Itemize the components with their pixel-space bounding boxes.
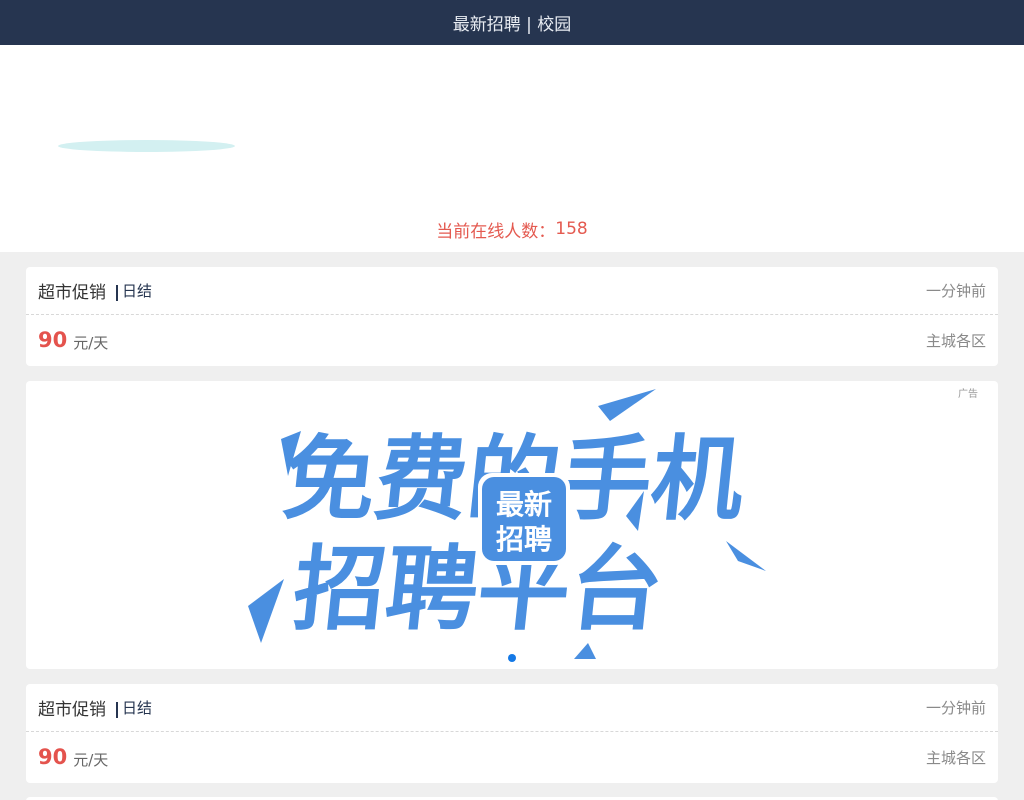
hero-decoration (58, 140, 235, 152)
job-card-footer: 90 元/天 主城各区 (26, 315, 998, 365)
job-title: 超市促销 (38, 283, 106, 303)
job-post-time: 一分钟前 (925, 699, 986, 717)
job-pay-type: 日结 (122, 282, 153, 300)
job-card-header: 超市促销 日结 一分钟前 (26, 267, 998, 315)
job-location: 主城各区 (925, 331, 986, 350)
job-salary: 90 (38, 745, 68, 769)
job-salary-unit: 元/天 (73, 750, 109, 769)
online-count: 158 (555, 219, 588, 239)
carousel-dot-active[interactable] (508, 654, 516, 662)
recruitment-banner-graphic: 免费的手机 招聘平台 最新 招聘 (248, 389, 766, 659)
ad-banner[interactable]: 广告 免费的手机 招聘平台 最新 招聘 (26, 381, 998, 669)
job-salary-unit: 元/天 (73, 333, 109, 352)
job-card-header: 超市促销 日结 一分钟前 (26, 684, 998, 732)
job-salary: 90 (38, 328, 68, 352)
job-card-footer: 90 元/天 主城各区 (26, 732, 998, 782)
divider (116, 284, 118, 301)
job-title: 超市促销 (38, 700, 106, 720)
badge-line-1: 最新 (496, 488, 552, 521)
job-location: 主城各区 (925, 748, 986, 767)
job-pay-type: 日结 (122, 699, 153, 717)
top-bar: 最新招聘 | 校园 (0, 0, 1024, 45)
banner-shard (726, 541, 766, 571)
online-count-banner: 当前在线人数： 158 (0, 218, 1024, 242)
job-post-time: 一分钟前 (925, 282, 986, 300)
banner-shard (574, 643, 596, 659)
divider (116, 701, 118, 718)
badge-icon: 最新 招聘 (478, 473, 570, 565)
job-card[interactable]: 超市促销 日结 一分钟前 90 元/天 主城各区 (26, 267, 998, 366)
badge-line-2: 招聘 (496, 523, 552, 556)
banner-shard (598, 389, 656, 421)
page-title: 最新招聘 | 校园 (452, 15, 572, 35)
banner-shard (248, 579, 284, 643)
job-card[interactable]: 超市促销 日结 一分钟前 90 元/天 主城各区 (26, 684, 998, 783)
online-label: 当前在线人数： (436, 221, 556, 242)
